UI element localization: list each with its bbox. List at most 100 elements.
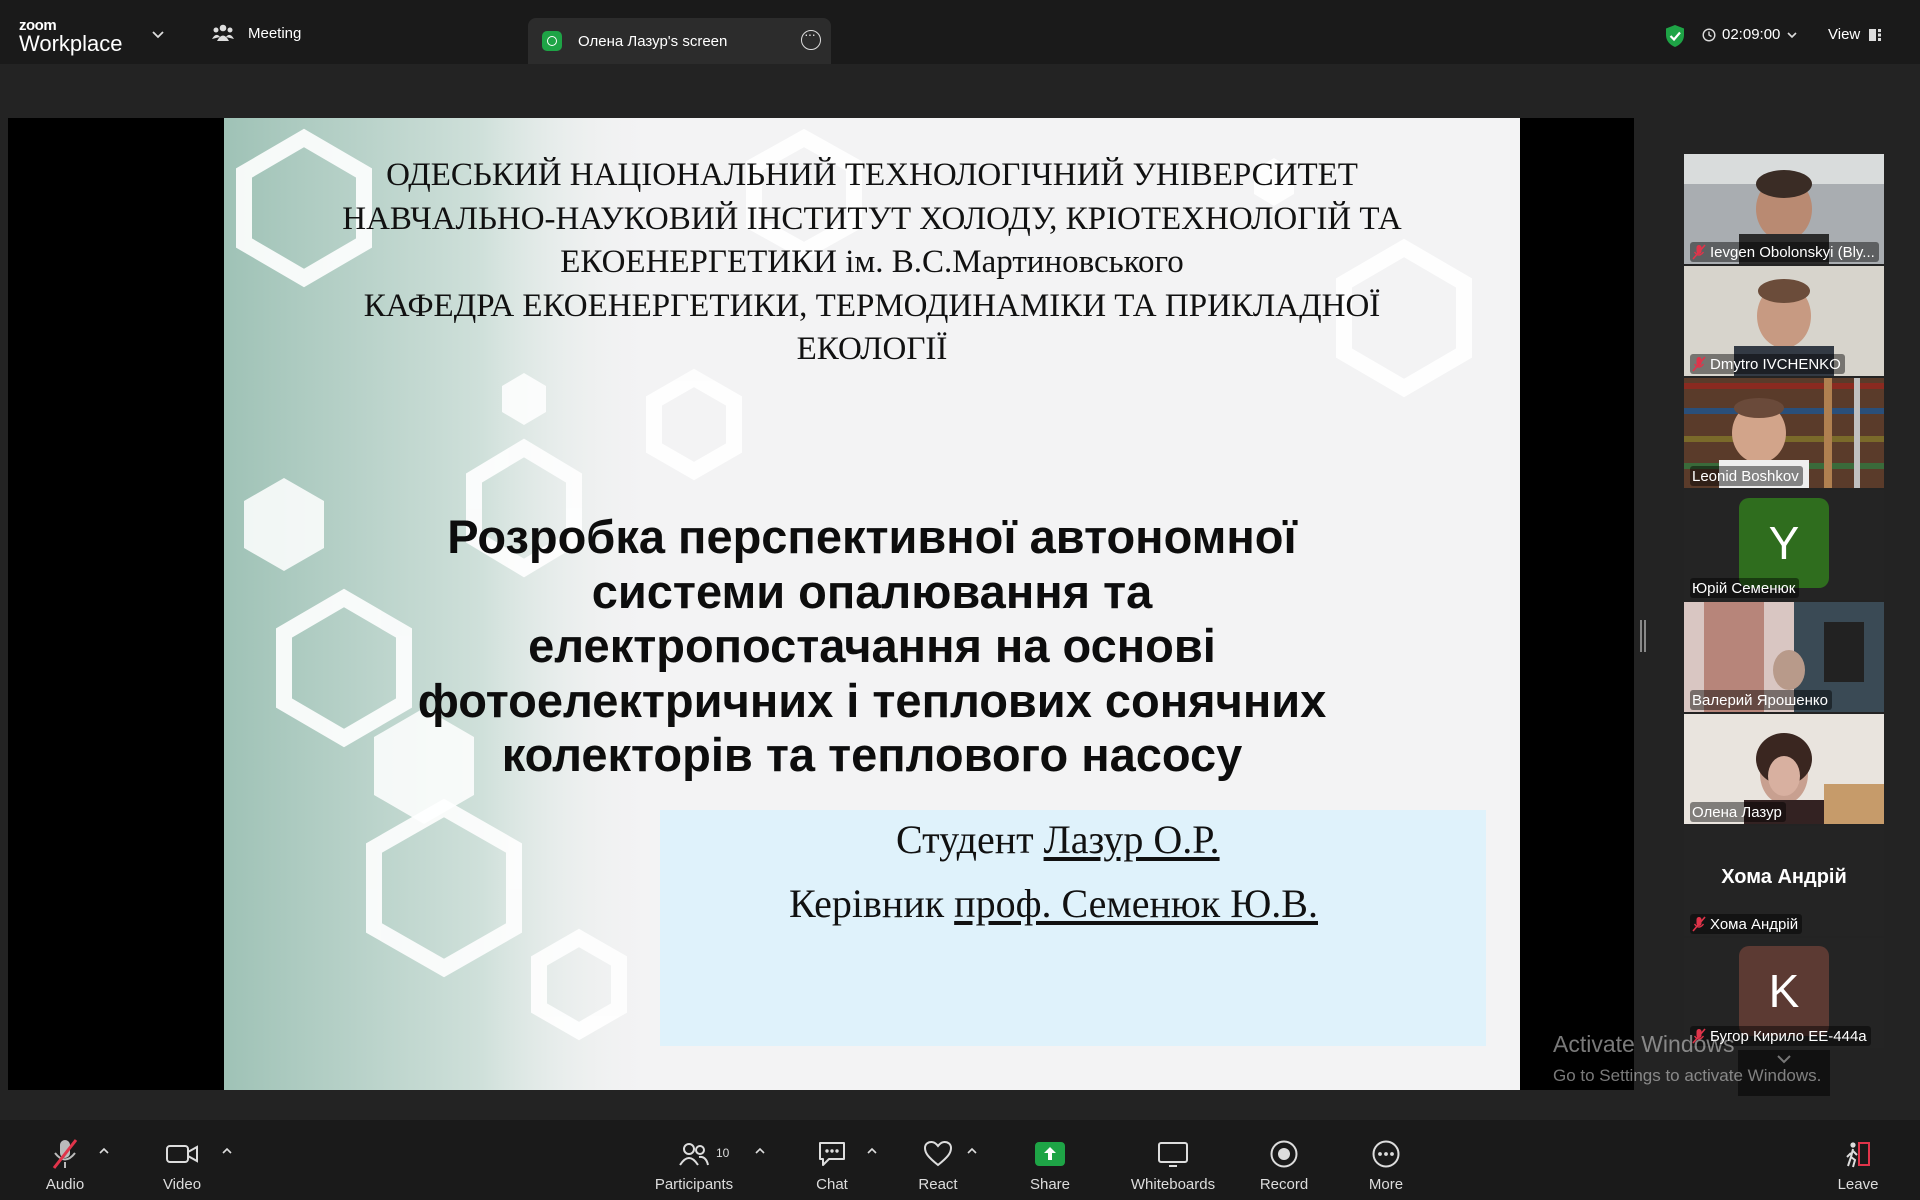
meeting-tab-label: Meeting [248,24,302,42]
student-name: Лазур О.Р. [1043,817,1220,862]
chat-bubble-icon [819,1142,845,1166]
share-screen-icon [1035,1142,1065,1166]
participant-name-tag: Юрій Семенюк [1690,578,1800,598]
participant-tile[interactable]: Leonid Boshkov [1684,378,1884,488]
top-bar: zoom Workplace Meeting Олена Лазур's scr… [0,0,1920,64]
student-label: Студент [896,817,1034,862]
chevron-up-icon[interactable] [98,1146,110,1156]
participant-name: Олена Лазур [1692,803,1782,821]
heart-icon [923,1140,953,1167]
meeting-timer[interactable]: 02:09:00 [1702,26,1798,43]
zoom-workplace-logo[interactable]: zoom Workplace [19,18,123,55]
audio-button[interactable]: Audio [36,1138,94,1193]
muted-mic-icon [1692,356,1706,372]
participant-name-tag: Валерий Ярошенко [1690,690,1832,710]
participant-tile[interactable]: Валерий Ярошенко [1684,602,1884,712]
meeting-toolbar: Audio Video Participants 10 Chat React S… [0,1120,1920,1200]
screen-share-tab[interactable]: Олена Лазур's screen [528,18,831,64]
participant-tile-active-speaker[interactable]: Олена Лазур [1684,714,1884,824]
logo-big-text: Workplace [19,31,123,56]
university-line: КАФЕДРА ЕКОЕНЕРГЕТИКИ, ТЕРМОДИНАМІКИ ТА … [363,287,1381,324]
supervisor-name: проф. Семенюк Ю.В. [954,881,1318,926]
title-line: системи опалювання та [591,564,1153,618]
participant-name-tag: Leonid Boshkov [1690,466,1803,486]
participants-label: Participants [654,1176,734,1193]
meeting-people-icon [212,24,234,41]
chevron-up-icon[interactable] [221,1146,233,1156]
more-options-icon[interactable] [801,26,821,50]
leave-button[interactable]: Leave [1836,1138,1880,1193]
video-camera-icon [166,1145,198,1163]
video-button[interactable]: Video [156,1138,208,1193]
watermark-line2: Go to Settings to activate Windows. [1553,1066,1822,1085]
more-label: More [1368,1176,1404,1193]
avatar: Y [1739,498,1829,588]
video-label: Video [162,1176,202,1193]
presentation-slide: ОДЕСЬКИЙ НАЦІОНАЛЬНИЙ ТЕХНОЛОГІЧНИЙ УНІВ… [224,118,1520,1090]
muted-mic-icon [1692,244,1706,260]
university-line: ЕКОЕНЕРГЕТИКИ ім. В.С.Мартиновського [560,244,1184,280]
view-label: View [1828,26,1861,43]
chevron-up-icon[interactable] [966,1146,978,1156]
participant-name: Leonid Boshkov [1692,467,1799,485]
react-label: React [918,1176,958,1193]
microphone-muted-icon [52,1139,78,1169]
whiteboards-label: Whiteboards [1130,1176,1216,1193]
slide-title: Розробка перспективної автономної систем… [324,510,1420,783]
timer-text: 02:09:00 [1722,26,1781,43]
more-dots-icon [1372,1140,1400,1168]
whiteboards-button[interactable]: Whiteboards [1126,1138,1220,1193]
leave-label: Leave [1837,1176,1879,1193]
activate-windows-watermark: Activate Windows Go to Settings to activ… [1553,1031,1821,1086]
chevron-down-icon [1787,31,1797,38]
participant-tile[interactable]: Ievgen Obolonskyi (Bly... [1684,154,1884,264]
record-label: Record [1259,1176,1309,1193]
participants-icon [679,1143,709,1166]
chat-button[interactable]: Chat [812,1138,852,1193]
share-label: Share [1029,1176,1071,1193]
clock-icon [1702,27,1716,42]
student-line: Студент Лазур О.Р. [896,816,1220,863]
supervisor-line: Керівник проф. Семенюк Ю.В. [789,880,1318,927]
participant-name-tag: Dmytro IVCHENKO [1690,354,1845,374]
participant-tile[interactable]: Dmytro IVCHENKO [1684,266,1884,376]
participant-tile[interactable]: Хома Андрій Хома Андрій [1684,826,1884,936]
avatar: K [1739,946,1829,1036]
view-button[interactable]: View [1828,26,1882,43]
title-line: електропостачання на основі [528,619,1216,672]
leave-door-icon [1846,1142,1870,1168]
participant-name-tag: Хома Андрій [1690,914,1803,934]
participant-name-tag: Ievgen Obolonskyi (Bly... [1690,242,1879,262]
more-button[interactable]: More [1366,1138,1406,1193]
chat-label: Chat [816,1176,848,1193]
encryption-shield-icon[interactable] [1664,24,1686,48]
university-line: НАВЧАЛЬНО-НАУКОВИЙ ІНСТИТУТ ХОЛОДУ, КРІО… [342,200,1402,237]
chevron-up-icon[interactable] [866,1146,878,1156]
chevron-down-icon[interactable] [150,26,166,42]
meeting-tab[interactable]: Meeting [212,18,301,48]
title-line: Розробка перспективної автономної [447,510,1297,563]
participant-name: Хома Андрій [1710,915,1799,933]
participant-tile[interactable]: Y Юрій Семенюк [1684,490,1884,600]
watermark-line1: Activate Windows [1553,1031,1735,1057]
audio-label: Audio [45,1176,85,1193]
supervisor-label: Керівник [789,881,945,926]
participant-name-tag: Олена Лазур [1690,802,1786,822]
view-layout-icon [1869,28,1882,41]
title-line: колекторів та теплового насосу [501,728,1243,781]
chevron-up-icon[interactable] [754,1146,766,1156]
university-header: ОДЕСЬКИЙ НАЦІОНАЛЬНИЙ ТЕХНОЛОГІЧНИЙ УНІВ… [264,154,1480,372]
share-button[interactable]: Share [1028,1138,1072,1193]
participants-count: 10 [716,1146,730,1160]
participant-name: Dmytro IVCHENKO [1710,355,1841,373]
panel-resize-handle[interactable] [1640,620,1646,652]
participant-name: Ievgen Obolonskyi (Bly... [1710,243,1875,261]
whiteboard-icon [1158,1142,1188,1167]
credits-box: Студент Лазур О.Р. Керівник проф. Семеню… [660,810,1486,1046]
record-icon [1270,1140,1298,1168]
record-button[interactable]: Record [1258,1138,1310,1193]
university-line: ОДЕСЬКИЙ НАЦІОНАЛЬНИЙ ТЕХНОЛОГІЧНИЙ УНІВ… [386,157,1358,193]
react-button[interactable]: React [916,1138,960,1193]
screen-share-icon [542,31,562,51]
muted-mic-icon [1692,916,1706,932]
